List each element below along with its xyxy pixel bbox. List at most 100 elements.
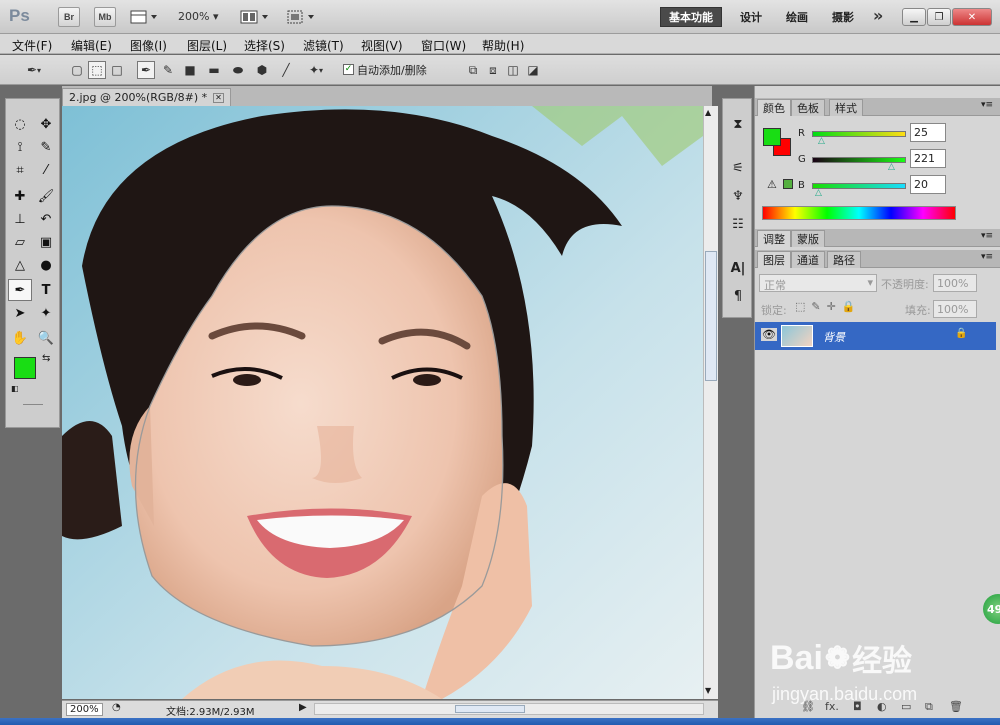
status-zoom[interactable]: 200%	[66, 703, 103, 716]
screen-mode-dropdown[interactable]	[286, 9, 318, 25]
default-colors-icon[interactable]: ◧	[11, 384, 19, 393]
red-slider-handle[interactable]: △	[818, 136, 825, 146]
custom-shape-tool[interactable]: ✦	[34, 302, 58, 324]
eraser-tool[interactable]: ▱	[8, 231, 32, 253]
tab-styles[interactable]: 样式	[829, 99, 863, 116]
close-tab-icon[interactable]: ✕	[213, 92, 224, 103]
tab-color[interactable]: 颜色	[757, 99, 791, 116]
crop-tool[interactable]: ⌗	[8, 159, 32, 181]
lock-icons[interactable]: ⬚✎✛🔒	[795, 300, 862, 313]
brush-presets-icon[interactable]: ⚟	[725, 157, 751, 179]
eye-icon[interactable]: 👁	[761, 328, 777, 341]
arrange-documents-dropdown[interactable]	[240, 9, 272, 25]
fill-pixels-mode-button[interactable]: □	[108, 61, 126, 79]
close-button[interactable]: ✕	[952, 8, 992, 26]
bridge-button[interactable]: Br	[58, 7, 80, 27]
panel-menu-icon[interactable]: ▾≡	[981, 231, 993, 241]
auto-add-delete-checkbox[interactable]: ✓	[343, 64, 354, 75]
status-arrow-icon[interactable]: ▶	[299, 702, 307, 713]
opacity-input[interactable]: 100%	[933, 274, 977, 292]
blend-mode-select[interactable]: 正常 ▾	[759, 274, 877, 292]
path-intersect-button[interactable]: ◫	[504, 61, 522, 79]
path-exclude-button[interactable]: ◪	[524, 61, 542, 79]
vertical-scrollbar[interactable]: ▲ ▼	[703, 106, 718, 699]
tab-channels[interactable]: 通道	[791, 251, 825, 268]
color-ramp[interactable]	[762, 206, 956, 220]
workspace-design[interactable]: 设计	[732, 7, 770, 27]
gradient-tool[interactable]: ▣	[34, 231, 58, 253]
tab-paths[interactable]: 路径	[827, 251, 861, 268]
type-tool[interactable]: T	[34, 279, 58, 301]
menu-help[interactable]: 帮助(H)	[482, 37, 524, 54]
shape-layers-mode-button[interactable]: ▢	[68, 61, 86, 79]
panel-menu-icon[interactable]: ▾≡	[981, 252, 993, 262]
new-layer-icon[interactable]: ⧉	[925, 700, 933, 714]
foreground-color-swatch[interactable]	[14, 357, 36, 379]
layer-row-background[interactable]: 👁 背景 🔒	[755, 322, 996, 350]
dodge-tool[interactable]: ●	[34, 254, 58, 276]
more-workspaces-icon[interactable]: »	[873, 6, 883, 25]
scroll-up-icon[interactable]: ▲	[705, 108, 711, 117]
red-slider[interactable]	[812, 131, 906, 137]
zoom-tool[interactable]: 🔍	[34, 327, 58, 349]
elliptical-marquee-tool[interactable]: ◌	[8, 113, 32, 135]
zoom-level-dropdown[interactable]: 200% ▾	[178, 10, 218, 23]
polygon-option[interactable]: ⬢	[253, 61, 271, 79]
blue-slider[interactable]	[812, 183, 906, 189]
line-option[interactable]: ╱	[277, 61, 295, 79]
workspace-photography[interactable]: 摄影	[824, 7, 862, 27]
layer-name[interactable]: 背景	[823, 329, 845, 345]
pen-tool-option[interactable]: ✒	[137, 61, 155, 79]
history-brush-tool[interactable]: ↶	[34, 208, 58, 230]
tab-layers[interactable]: 图层	[757, 251, 791, 268]
blur-tool[interactable]: △	[8, 254, 32, 276]
fill-input[interactable]: 100%	[933, 300, 977, 318]
rectangle-option[interactable]: ■	[181, 61, 199, 79]
character-panel-icon[interactable]: A|	[725, 257, 751, 279]
panel-menu-icon[interactable]: ▾≡	[981, 100, 993, 110]
delete-layer-icon[interactable]: 🗑	[949, 700, 963, 713]
red-value-input[interactable]: 25	[910, 123, 946, 142]
workspace-essentials[interactable]: 基本功能	[660, 7, 722, 27]
workspace-painting[interactable]: 绘画	[778, 7, 816, 27]
horizontal-scrollbar[interactable]	[314, 703, 704, 715]
menu-view[interactable]: 视图(V)	[361, 37, 403, 54]
minimize-button[interactable]: ▁	[902, 8, 926, 26]
path-add-button[interactable]: ⧉	[464, 61, 482, 79]
clone-source-icon[interactable]: ♆	[725, 185, 751, 207]
clone-stamp-tool[interactable]: ⊥	[8, 208, 32, 230]
tab-masks[interactable]: 蒙版	[791, 230, 825, 247]
blue-value-input[interactable]: 20	[910, 175, 946, 194]
menu-file[interactable]: 文件(F)	[12, 37, 52, 54]
tool-presets-icon[interactable]: ☷	[725, 213, 751, 235]
mini-bridge-button[interactable]: Mb	[94, 7, 116, 27]
history-panel-icon[interactable]: ⧗	[725, 113, 751, 135]
rounded-rectangle-option[interactable]: ▬	[205, 61, 223, 79]
pen-tool[interactable]: ✒	[8, 279, 32, 301]
eyedropper-tool[interactable]: ⁄	[34, 159, 58, 181]
view-extras-dropdown[interactable]	[130, 9, 160, 25]
menu-select[interactable]: 选择(S)	[244, 37, 285, 54]
paragraph-panel-icon[interactable]: ¶	[725, 285, 751, 307]
freeform-pen-option[interactable]: ✎	[159, 61, 177, 79]
path-subtract-button[interactable]: ⧈	[484, 61, 502, 79]
scroll-thumb[interactable]	[705, 251, 717, 381]
menu-image[interactable]: 图像(I)	[130, 37, 167, 54]
polygonal-lasso-tool[interactable]: ⟟	[8, 136, 32, 158]
restore-button[interactable]: ❐	[927, 8, 951, 26]
tab-swatches[interactable]: 色板	[791, 99, 825, 116]
path-selection-tool[interactable]: ➤	[8, 302, 32, 324]
tool-preset-picker[interactable]: ✒ ▾	[18, 61, 50, 79]
paths-mode-button[interactable]: ⬚	[88, 61, 106, 79]
document-tab[interactable]: 2.jpg @ 200%(RGB/8#) * ✕	[62, 88, 231, 106]
green-value-input[interactable]: 221	[910, 149, 946, 168]
custom-shape-option[interactable]: ✦ ▾	[301, 61, 331, 79]
h-scroll-thumb[interactable]	[455, 705, 525, 713]
spot-healing-tool[interactable]: ✚	[8, 185, 32, 207]
menu-window[interactable]: 窗口(W)	[421, 37, 466, 54]
out-of-gamut-warning-icon[interactable]: ⚠	[767, 178, 777, 191]
move-tool[interactable]: ✥	[34, 113, 58, 135]
gamut-swatch[interactable]	[783, 179, 793, 189]
menu-filter[interactable]: 滤镜(T)	[303, 37, 344, 54]
document-canvas[interactable]	[62, 106, 703, 699]
